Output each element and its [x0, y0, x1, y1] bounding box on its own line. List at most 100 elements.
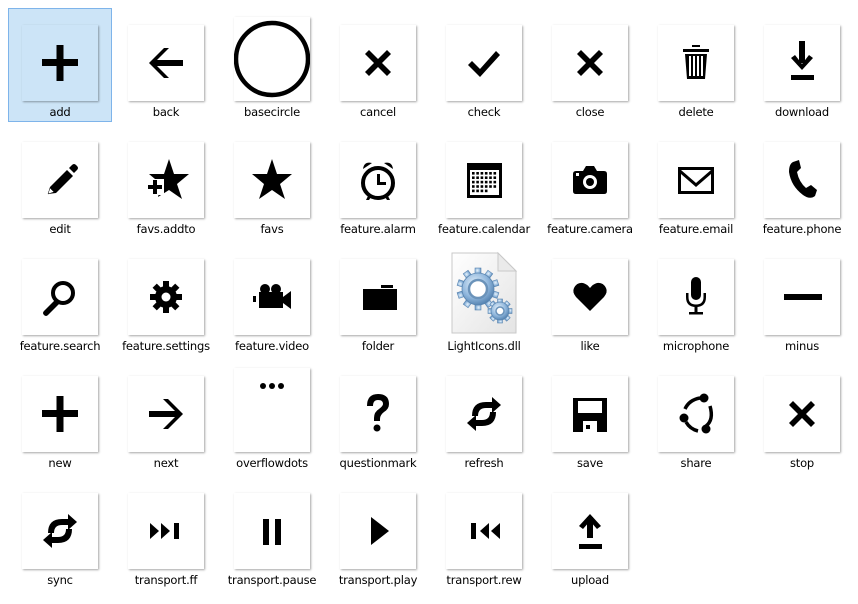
- file-item[interactable]: refresh: [432, 359, 536, 473]
- file-item[interactable]: feature.camera: [538, 125, 642, 239]
- file-item[interactable]: minus: [750, 242, 854, 356]
- file-thumbnail: [234, 17, 310, 101]
- file-item[interactable]: feature.search: [8, 242, 112, 356]
- file-name-label: transport.rew: [446, 573, 522, 587]
- file-item[interactable]: back: [114, 8, 218, 122]
- file-thumbnail: [340, 259, 416, 335]
- file-thumbnail: [552, 142, 628, 218]
- file-item[interactable]: basecircle: [220, 8, 324, 122]
- file-name-label: refresh: [464, 456, 504, 470]
- share-icon: [679, 393, 714, 434]
- file-thumbnail: [446, 25, 522, 101]
- upload-icon: [579, 514, 602, 549]
- fast-forward-icon: [150, 523, 179, 539]
- folder-icon: [363, 285, 397, 310]
- file-thumbnail: [552, 493, 628, 569]
- file-thumbnail: [234, 259, 310, 335]
- file-name-label: favs.addto: [136, 222, 196, 236]
- file-thumbnail: [446, 142, 522, 218]
- plus-icon: [42, 45, 78, 81]
- x-icon: [365, 50, 391, 76]
- file-item[interactable]: favs.addto: [114, 125, 218, 239]
- file-item[interactable]: delete: [644, 8, 748, 122]
- file-name-label: feature.email: [658, 222, 734, 236]
- file-thumbnail: [22, 142, 98, 218]
- arrow-right-icon: [149, 399, 183, 429]
- file-thumbnail: [128, 493, 204, 569]
- download-icon: [791, 41, 814, 80]
- file-item[interactable]: favs: [220, 125, 324, 239]
- checkmark-icon: [468, 51, 500, 77]
- file-item[interactable]: new: [8, 359, 112, 473]
- floppy-disk-icon: [573, 398, 607, 432]
- file-item[interactable]: like: [538, 242, 642, 356]
- file-thumbnail: [658, 142, 734, 218]
- file-name-label: like: [580, 339, 600, 353]
- file-item[interactable]: feature.phone: [750, 125, 854, 239]
- file-item[interactable]: feature.video: [220, 242, 324, 356]
- circle-icon: [234, 20, 310, 98]
- file-thumbnail: [234, 493, 310, 569]
- file-name-label: overflowdots: [236, 456, 308, 470]
- calendar-icon: [467, 163, 502, 198]
- file-item[interactable]: LightIcons.dll: [432, 242, 536, 356]
- file-item[interactable]: sync: [8, 476, 112, 590]
- file-item[interactable]: microphone: [644, 242, 748, 356]
- arrow-left-icon: [149, 48, 183, 78]
- file-item[interactable]: folder: [326, 242, 430, 356]
- file-item[interactable]: overflowdots: [220, 359, 324, 473]
- file-name-label: add: [49, 105, 71, 119]
- file-item[interactable]: transport.play: [326, 476, 430, 590]
- file-thumbnail: [128, 259, 204, 335]
- file-name-label: microphone: [662, 339, 730, 353]
- file-name-label: feature.calendar: [438, 222, 530, 236]
- file-item[interactable]: feature.email: [644, 125, 748, 239]
- file-name-label: transport.play: [338, 573, 418, 587]
- file-name-label: download: [774, 105, 829, 119]
- file-item[interactable]: transport.ff: [114, 476, 218, 590]
- file-thumbnail: [128, 25, 204, 101]
- file-item[interactable]: save: [538, 359, 642, 473]
- file-name-label: feature.video: [235, 339, 309, 353]
- microphone-icon: [686, 277, 706, 315]
- file-name-label: next: [153, 456, 179, 470]
- file-name-label: favs: [260, 222, 284, 236]
- rewind-icon: [471, 523, 500, 539]
- file-thumbnail: [552, 259, 628, 335]
- file-name-label: minus: [785, 339, 819, 353]
- file-item[interactable]: download: [750, 8, 854, 122]
- file-item[interactable]: stop: [750, 359, 854, 473]
- gear-icon: [150, 281, 182, 313]
- file-name-label: close: [575, 105, 605, 119]
- file-name-label: feature.phone: [762, 222, 842, 236]
- file-thumbnail: [128, 376, 204, 452]
- file-thumbnail: [764, 376, 840, 452]
- file-name-label: LightIcons.dll: [447, 339, 521, 353]
- file-item[interactable]: check: [432, 8, 536, 122]
- file-item[interactable]: edit: [8, 125, 112, 239]
- file-item[interactable]: share: [644, 359, 748, 473]
- file-name-label: folder: [361, 339, 395, 353]
- file-item[interactable]: upload: [538, 476, 642, 590]
- file-item[interactable]: feature.calendar: [432, 125, 536, 239]
- file-name-label: basecircle: [244, 105, 300, 119]
- file-item[interactable]: cancel: [326, 8, 430, 122]
- star-icon: [252, 159, 292, 199]
- file-item[interactable]: feature.settings: [114, 242, 218, 356]
- file-item[interactable]: transport.rew: [432, 476, 536, 590]
- file-item[interactable]: close: [538, 8, 642, 122]
- file-item[interactable]: add: [8, 8, 112, 122]
- file-thumbnail: [234, 368, 310, 452]
- plus-icon: [42, 396, 78, 432]
- x-icon: [789, 401, 815, 427]
- x-icon: [577, 50, 603, 76]
- file-item[interactable]: questionmark: [326, 359, 430, 473]
- file-item[interactable]: feature.alarm: [326, 125, 430, 239]
- refresh-icon: [467, 397, 501, 431]
- file-item[interactable]: transport.pause: [220, 476, 324, 590]
- file-thumbnail: [340, 376, 416, 452]
- play-icon: [371, 517, 389, 545]
- sync-icon: [43, 514, 77, 548]
- file-thumbnail: [446, 251, 522, 335]
- file-item[interactable]: next: [114, 359, 218, 473]
